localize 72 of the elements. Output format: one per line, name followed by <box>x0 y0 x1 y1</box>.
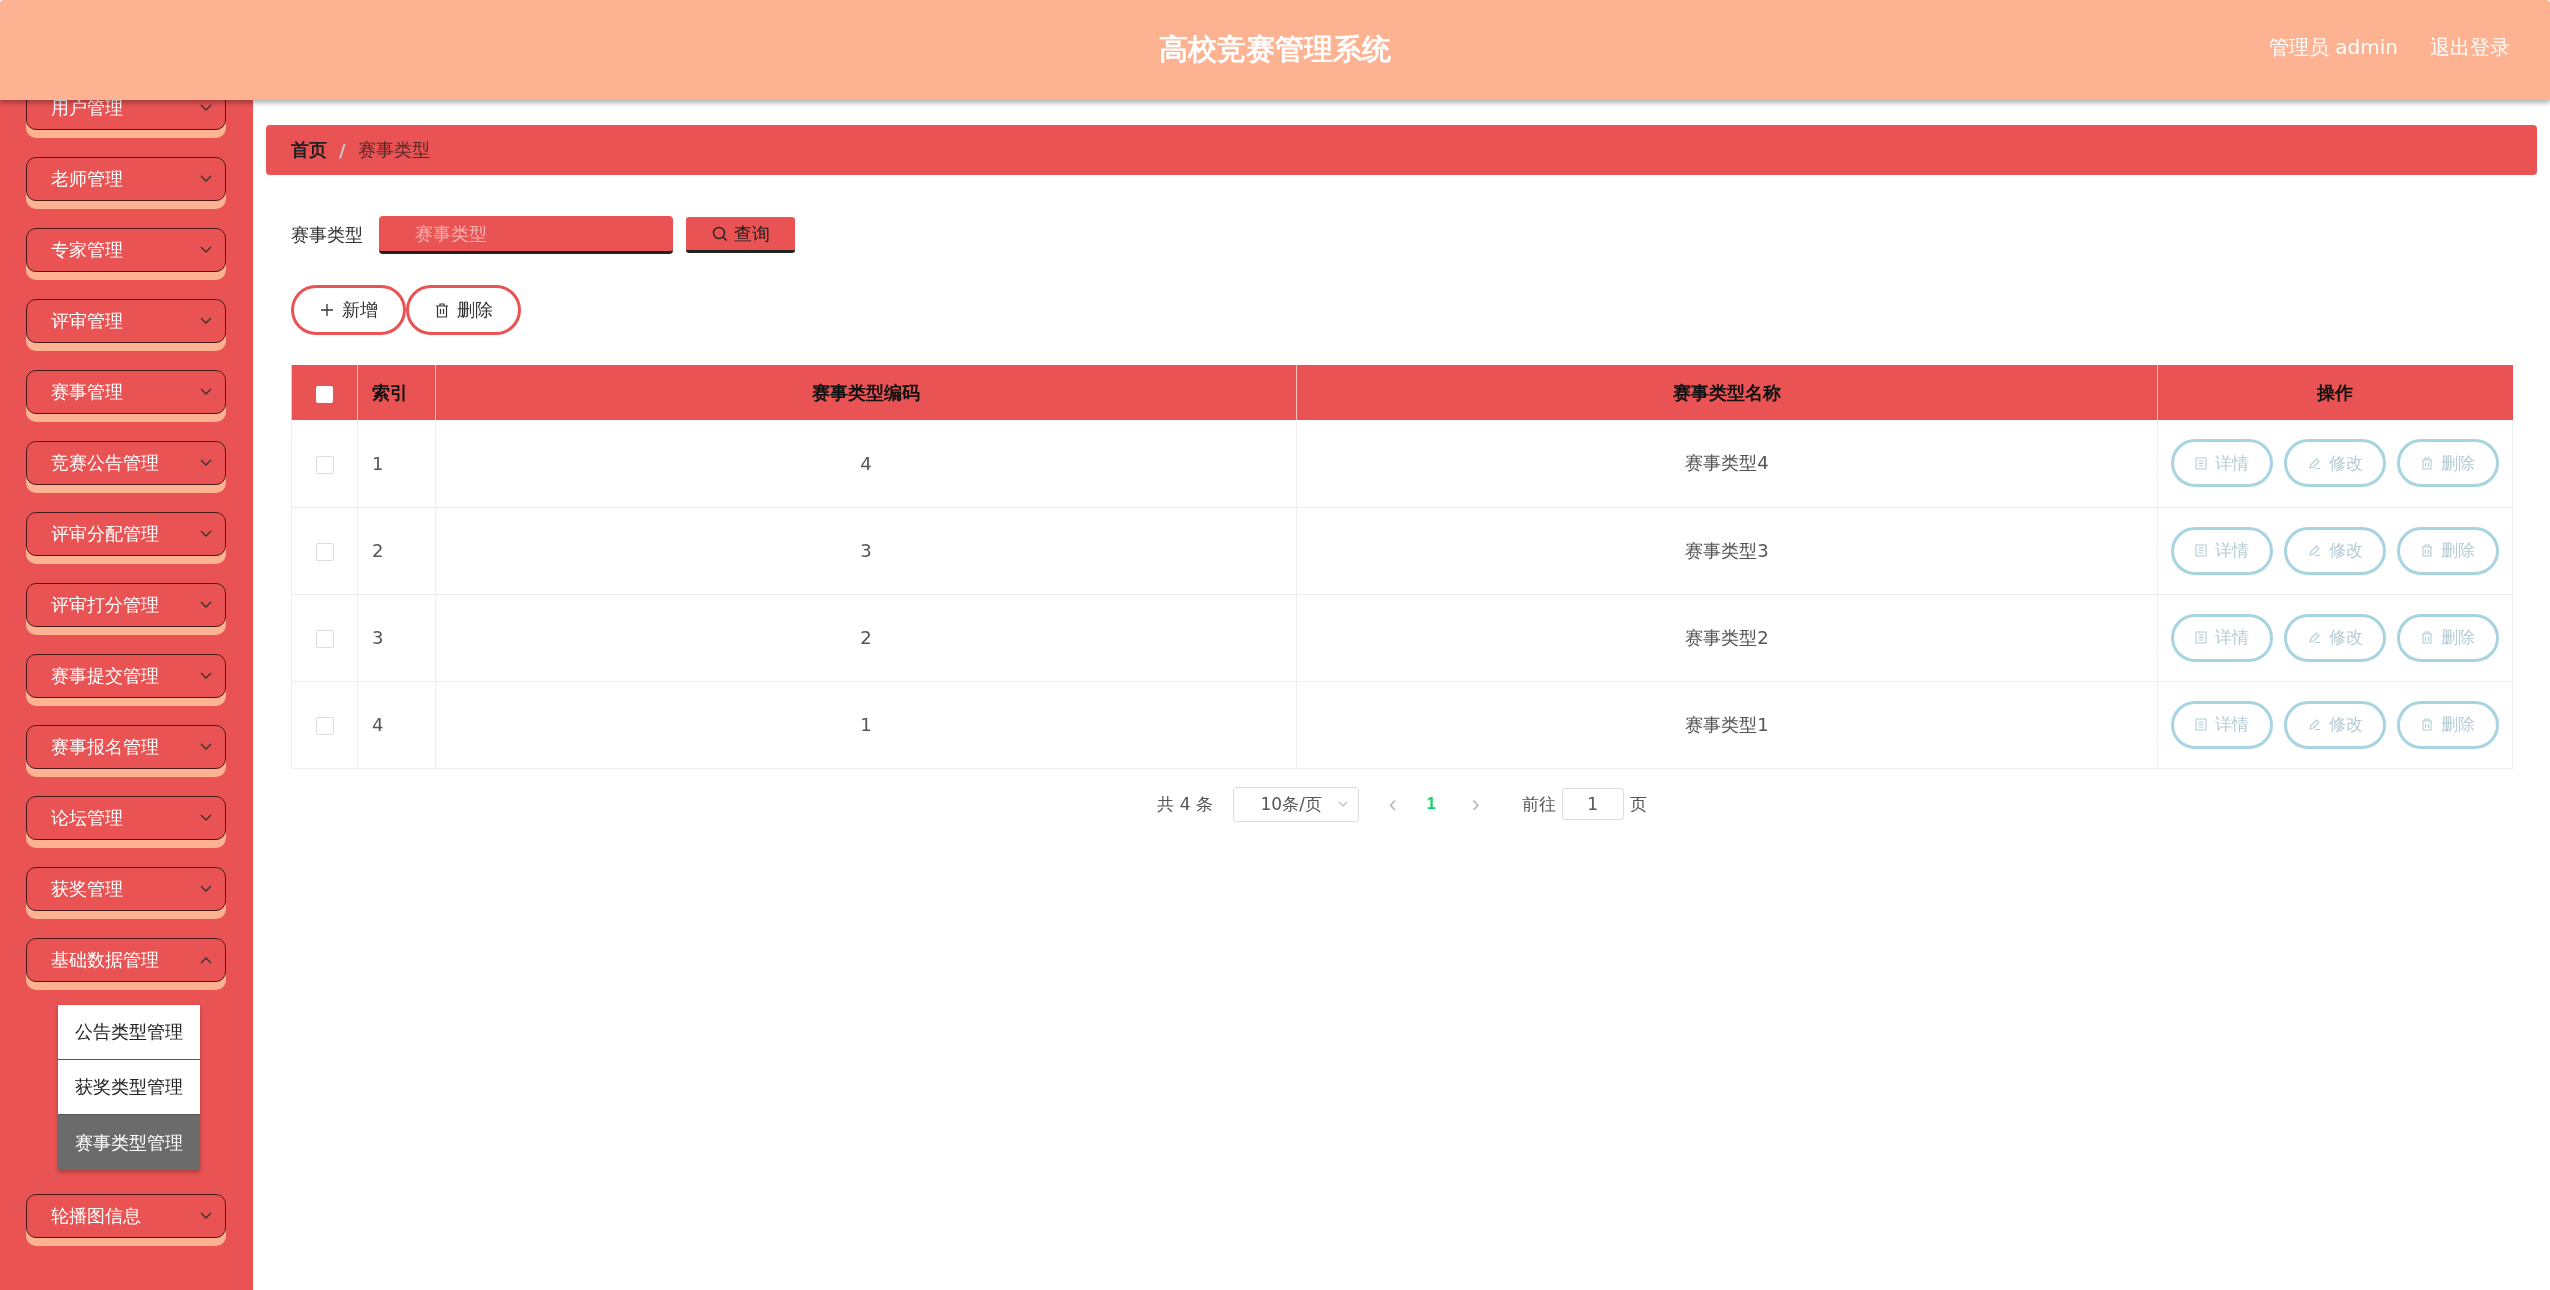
table-cell: 3 <box>357 594 436 681</box>
submenu-item[interactable]: 公告类型管理 <box>58 1005 200 1060</box>
table-cell: 4 <box>435 420 1297 507</box>
table-cell: 2 <box>357 507 436 594</box>
row-checkbox[interactable] <box>315 717 334 735</box>
pencil-icon <box>2307 544 2321 557</box>
document-icon <box>2195 718 2207 731</box>
trash-icon <box>2421 544 2433 557</box>
search-icon <box>711 225 728 242</box>
chevron-icon <box>199 600 213 610</box>
row-checkbox[interactable] <box>315 630 334 648</box>
table-cell: 4 <box>357 681 436 768</box>
user-label: 管理员 admin <box>2268 34 2398 61</box>
select-all-checkbox[interactable] <box>316 385 333 403</box>
column-header: 赛事类型编码 <box>435 365 1297 420</box>
table-cell: 赛事类型4 <box>1296 420 2158 507</box>
chevron-icon <box>199 529 213 539</box>
breadcrumb-current: 赛事类型 <box>357 138 430 162</box>
column-header: 操作 <box>2157 365 2513 420</box>
breadcrumb-link[interactable]: 首页 <box>291 138 327 162</box>
page-size-select[interactable]: 10条/页 <box>1232 786 1359 822</box>
trash-icon <box>434 302 449 318</box>
chevron-icon <box>199 316 213 326</box>
column-header: 索引 <box>357 365 436 420</box>
column-header: 赛事类型名称 <box>1296 365 2158 420</box>
breadcrumb-separator: / <box>339 139 346 161</box>
delete-button[interactable]: 删除 <box>406 285 521 335</box>
chevron-icon <box>199 742 213 752</box>
pencil-icon <box>2307 718 2321 731</box>
chevron-icon <box>199 458 213 468</box>
page-suffix: 页 <box>1629 792 1647 816</box>
chevron-icon <box>199 884 213 894</box>
submenu-item[interactable]: 获奖类型管理 <box>58 1060 200 1115</box>
next-page-button[interactable]: › <box>1465 790 1486 818</box>
chevron-icon <box>199 245 213 255</box>
pencil-icon <box>2307 456 2321 470</box>
pencil-icon <box>2307 631 2321 644</box>
total-count: 共 4 条 <box>1157 792 1213 816</box>
trash-icon <box>2421 456 2433 470</box>
chevron-icon <box>199 955 213 965</box>
table-cell: 3 <box>435 507 1297 594</box>
goto-label: 前往 <box>1521 792 1556 816</box>
page-input[interactable]: 1 <box>1561 788 1624 820</box>
table-cell: 1 <box>357 420 436 507</box>
row-checkbox[interactable] <box>315 455 334 474</box>
document-icon <box>2195 631 2207 644</box>
search-label: 赛事类型 <box>291 223 363 247</box>
chevron-icon <box>199 387 213 397</box>
chevron-icon <box>1337 800 1348 808</box>
chevron-icon <box>199 813 213 823</box>
table-cell: 赛事类型3 <box>1296 507 2158 594</box>
row-checkbox[interactable] <box>315 543 334 561</box>
chevron-icon <box>199 1211 213 1221</box>
table-cell: 2 <box>435 594 1297 681</box>
trash-icon <box>2421 718 2433 731</box>
search-field[interactable]: 赛事类型 <box>379 216 673 254</box>
table-cell: 赛事类型1 <box>1296 681 2158 768</box>
chevron-icon <box>199 671 213 681</box>
add-button[interactable]: 新增 <box>291 285 406 335</box>
submenu-item[interactable]: 赛事类型管理 <box>58 1115 200 1170</box>
table-cell: 1 <box>435 681 1297 768</box>
trash-icon <box>2421 631 2433 644</box>
document-icon <box>2195 456 2207 470</box>
app-title: 高校竞赛管理系统 <box>1159 31 1391 68</box>
chevron-icon <box>199 174 213 184</box>
previous-page-button[interactable]: ‹ <box>1382 790 1403 818</box>
document-icon <box>2195 544 2207 557</box>
search-button[interactable]: 查询 <box>686 217 795 253</box>
table-cell: 赛事类型2 <box>1296 594 2158 681</box>
chevron-icon <box>199 103 213 113</box>
plus-icon <box>319 303 334 317</box>
page-number[interactable]: 1 <box>1420 794 1442 814</box>
